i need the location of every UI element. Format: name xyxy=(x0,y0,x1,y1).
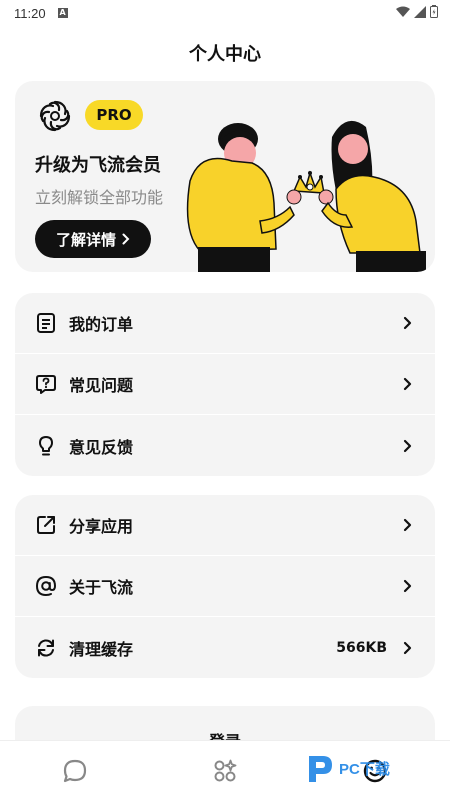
chevron-right-icon xyxy=(122,233,130,245)
refresh-icon xyxy=(38,638,54,657)
pro-badge: PRO xyxy=(85,100,143,130)
menu-label: 意见反馈 xyxy=(69,437,134,457)
chat-bubble-icon xyxy=(63,759,87,782)
menu-label: 分享应用 xyxy=(69,517,134,536)
menu-item-share-app[interactable]: 分享应用 xyxy=(15,495,435,556)
menu-label: 我的订单 xyxy=(69,315,134,334)
menu-group-support: 我的订单 常见问题 意见反馈 xyxy=(15,293,435,476)
share-icon xyxy=(37,516,55,534)
chevron-right-icon xyxy=(403,641,412,654)
pro-title: 升级为飞流会员 xyxy=(35,155,161,176)
menu-item-about[interactable]: 关于飞流 xyxy=(15,556,435,617)
menu-label: 清理缓存 xyxy=(69,639,134,659)
menu-item-faq[interactable]: 常见问题 xyxy=(15,354,435,415)
learn-more-button[interactable]: 了解详情 xyxy=(35,220,151,258)
status-time: 11:20 xyxy=(14,5,46,21)
swirl-logo-icon xyxy=(39,100,71,132)
lightbulb-icon xyxy=(39,435,53,455)
menu-label: 常见问题 xyxy=(69,376,134,395)
chevron-right-icon xyxy=(403,518,412,532)
pro-subtitle: 立刻解锁全部功能 xyxy=(35,188,164,207)
order-list-icon xyxy=(37,313,55,333)
status-icons xyxy=(396,5,438,18)
at-icon xyxy=(35,575,57,597)
notification-icon: A xyxy=(57,8,68,18)
faq-question-icon xyxy=(36,375,56,394)
menu-group-app: 分享应用 关于飞流 清理缓存 566KB xyxy=(15,495,435,678)
menu-label: 关于飞流 xyxy=(69,578,134,597)
cache-size-value: 566KB xyxy=(336,639,387,656)
nav-tab-chat[interactable] xyxy=(55,751,95,791)
watermark-logo-icon xyxy=(309,756,332,782)
learn-more-label: 了解详情 xyxy=(55,230,116,249)
chevron-right-icon xyxy=(403,377,412,391)
battery-icon xyxy=(430,5,438,18)
couple-crown-illustration xyxy=(186,120,426,272)
menu-item-clear-cache[interactable]: 清理缓存 566KB xyxy=(15,617,435,678)
status-bar: 11:20 A xyxy=(0,0,450,26)
menu-item-feedback[interactable]: 意见反馈 xyxy=(15,415,435,476)
page-title: 个人中心 xyxy=(189,44,261,65)
wifi-icon xyxy=(396,6,410,17)
nav-tab-apps[interactable] xyxy=(205,751,245,791)
signal-icon xyxy=(414,5,426,18)
watermark: PC下载 xyxy=(305,752,390,784)
apps-grid-icon xyxy=(214,759,237,781)
watermark-text: PC下载 xyxy=(339,760,390,778)
chevron-right-icon xyxy=(403,439,412,452)
chevron-right-icon xyxy=(403,579,412,593)
chevron-right-icon xyxy=(403,316,412,330)
pro-upgrade-card[interactable]: PRO 升级为飞流会员 立刻解锁全部功能 了解详情 xyxy=(15,81,435,272)
menu-item-my-orders[interactable]: 我的订单 xyxy=(15,293,435,354)
